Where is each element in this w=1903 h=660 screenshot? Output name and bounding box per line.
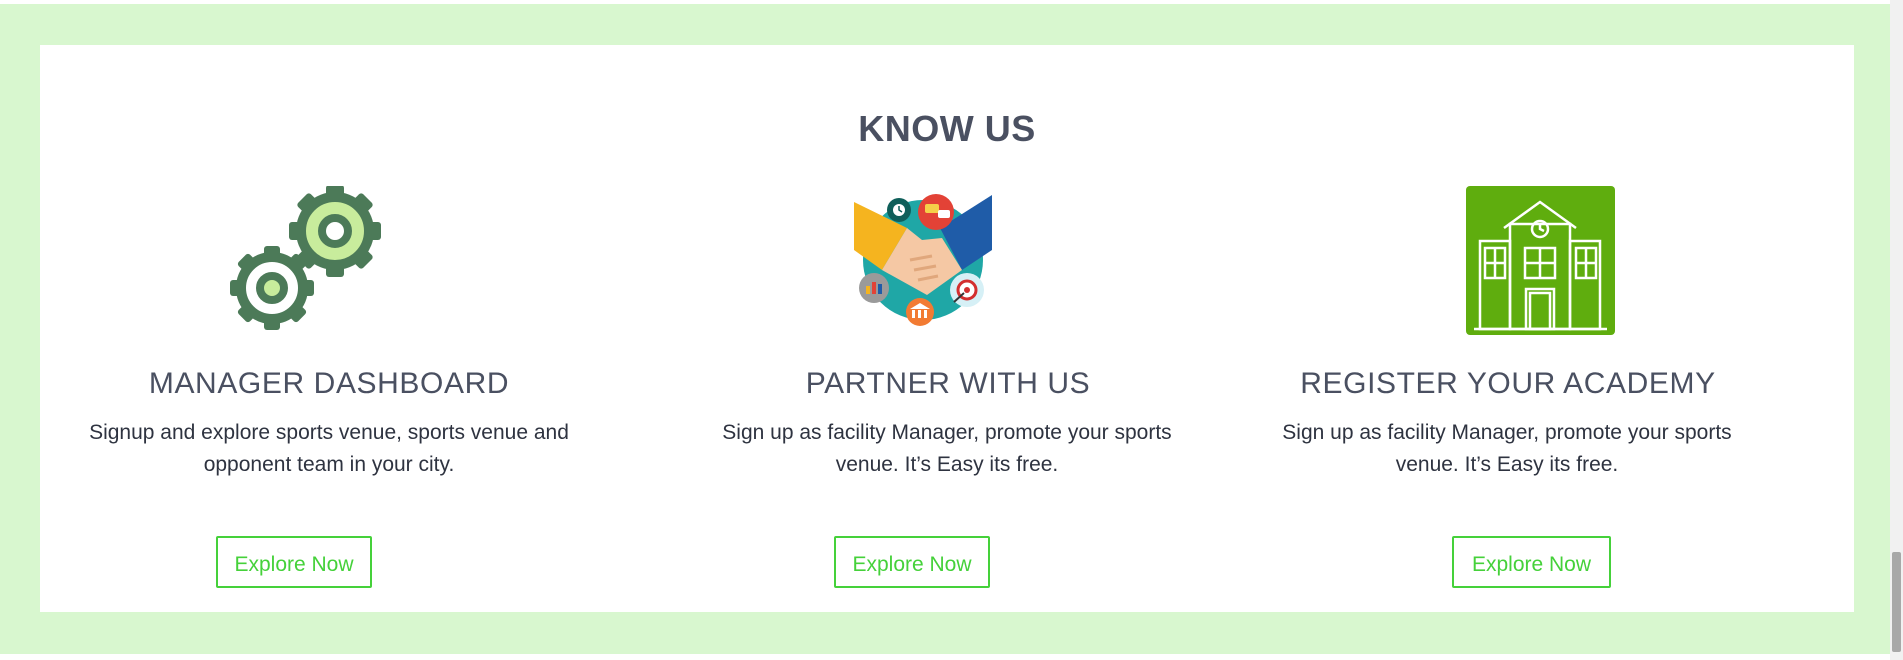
explore-now-button-manager[interactable]: Explore Now <box>216 536 372 588</box>
card-description-register-academy: Sign up as facility Manager, promote you… <box>1282 421 1732 476</box>
section-title: KNOW US <box>858 108 1036 149</box>
card-title-partner-with-us: PARTNER WITH US <box>805 367 1091 400</box>
card-description-manager-dashboard: Signup and explore sports venue, sports … <box>89 421 569 476</box>
card-title-manager-dashboard: MANAGER DASHBOARD <box>148 367 510 400</box>
handshake-icon <box>854 194 992 326</box>
scrollbar-thumb[interactable] <box>1892 552 1901 652</box>
explore-now-button-academy[interactable]: Explore Now <box>1452 536 1611 588</box>
explore-now-button-partner[interactable]: Explore Now <box>834 536 990 588</box>
gears-icon <box>230 186 381 330</box>
card-description-partner-with-us: Sign up as facility Manager, promote you… <box>722 421 1172 476</box>
card-title-register-academy: REGISTER YOUR ACADEMY <box>1300 367 1716 400</box>
school-building-icon <box>1466 186 1615 335</box>
